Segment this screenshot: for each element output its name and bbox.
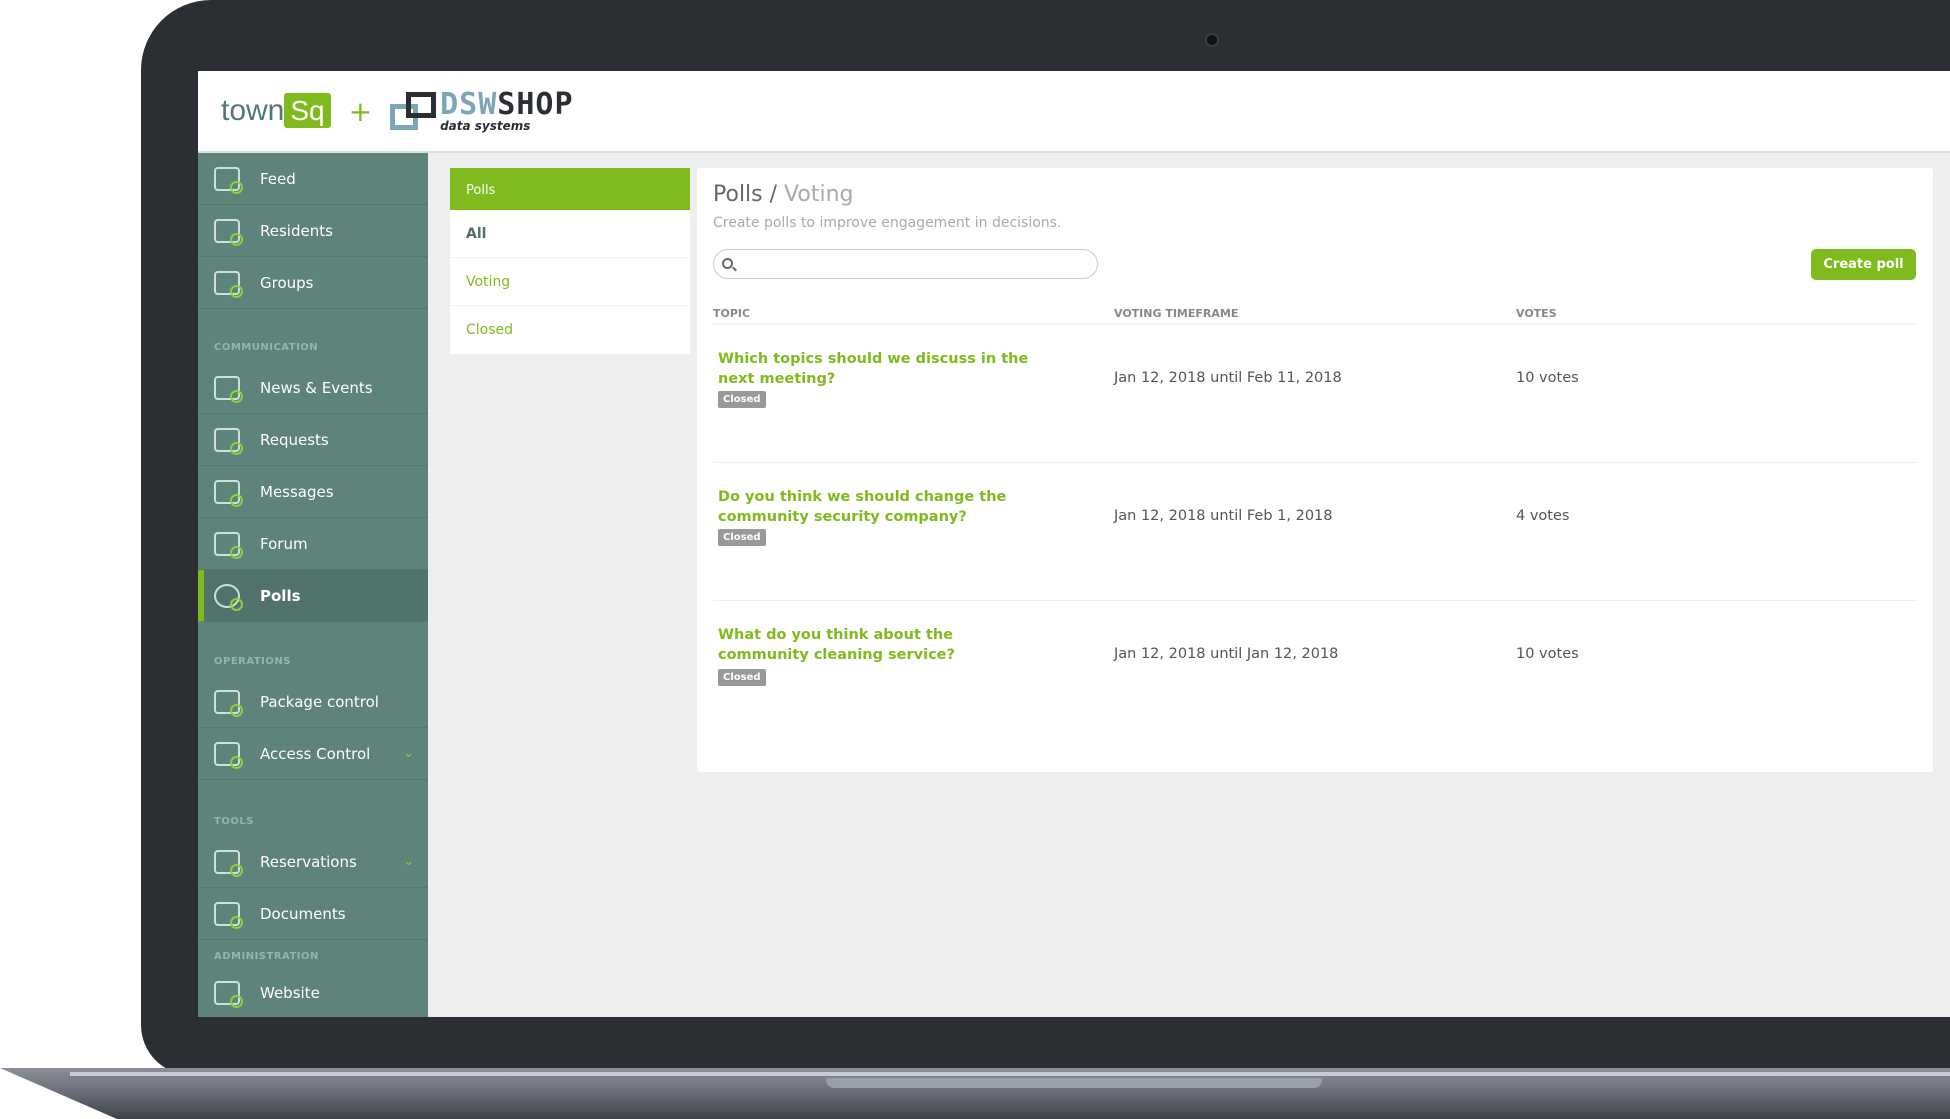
poll-topic-link[interactable]: Which topics should we discuss in the ne… <box>718 349 1048 389</box>
sidebar-item-news-events[interactable]: News & Events <box>198 362 428 414</box>
section-administration: ADMINISTRATION <box>214 951 319 962</box>
sidebar-item-label: News & Events <box>260 378 373 397</box>
table-row: Which topics should we discuss in the ne… <box>713 325 1917 463</box>
filter-all[interactable]: All <box>450 210 690 258</box>
section-operations: OPERATIONS <box>214 656 291 667</box>
create-poll-button[interactable]: Create poll <box>1811 249 1916 280</box>
sidebar-item-reservations[interactable]: Reservations ⌄ <box>198 836 428 888</box>
filter-voting[interactable]: Voting <box>450 258 690 306</box>
page-title: Polls / Voting <box>713 182 854 207</box>
sidebar-item-feed[interactable]: Feed <box>198 153 428 205</box>
table-row: What do you think about the community cl… <box>713 601 1917 739</box>
laptop-notch <box>826 1078 1322 1088</box>
poll-votes: 10 votes <box>1516 370 1579 386</box>
sidebar-item-messages[interactable]: Messages <box>198 466 428 518</box>
column-header-topic: TOPIC <box>713 307 751 320</box>
sidebar-item-label: Forum <box>260 534 308 553</box>
column-header-votes: VOTES <box>1516 307 1557 320</box>
key-icon <box>214 741 243 769</box>
sidebar-item-package-control[interactable]: Package control <box>198 676 428 728</box>
poll-votes: 10 votes <box>1516 646 1579 662</box>
poll-timeframe: Jan 12, 2018 until Feb 1, 2018 <box>1114 508 1333 524</box>
sidebar-item-groups[interactable]: Groups <box>198 257 428 309</box>
table-row: Do you think we should change the commun… <box>713 463 1917 601</box>
chevron-down-icon[interactable]: ⌄ <box>403 746 414 761</box>
sidebar-item-label: Access Control <box>260 744 371 763</box>
sidebar-item-label: Documents <box>260 904 346 923</box>
dswshop-logo: DSWSHOP data systems <box>390 90 573 132</box>
sidebar-item-label: Requests <box>260 430 329 449</box>
poll-topic-link[interactable]: Do you think we should change the commun… <box>718 487 1048 527</box>
poll-topic-link[interactable]: What do you think about the community cl… <box>718 625 1048 665</box>
app-screen: town Sq + DSWSHOP data systems Feed Reside… <box>198 71 1950 1017</box>
dswshop-logo-mark <box>390 92 437 130</box>
package-icon <box>214 689 243 717</box>
calendar-icon <box>214 849 243 877</box>
sidebar-item-label: Reservations <box>260 852 357 871</box>
sidebar-item-label: Feed <box>260 169 296 188</box>
polls-filter-nav: Polls All Voting Closed <box>450 168 690 354</box>
sidebar-item-label: Website <box>260 983 320 1002</box>
filter-header: Polls <box>450 168 690 210</box>
sidebar-item-label: Residents <box>260 221 333 240</box>
laptop-base-edge <box>70 1072 1950 1076</box>
poll-timeframe: Jan 12, 2018 until Jan 12, 2018 <box>1114 646 1339 662</box>
page-subtitle: Create polls to improve engagement in de… <box>713 215 1062 231</box>
sidebar-item-documents[interactable]: Documents <box>198 888 428 940</box>
sidebar-item-residents[interactable]: Residents <box>198 205 428 257</box>
sidebar-item-label: Messages <box>260 482 334 501</box>
poll-votes: 4 votes <box>1516 508 1570 524</box>
search-input[interactable] <box>713 249 1098 279</box>
section-tools: TOOLS <box>214 816 254 827</box>
camera <box>1205 33 1219 47</box>
logo[interactable]: town Sq + DSWSHOP data systems <box>221 90 574 133</box>
polls-check-icon <box>214 583 243 611</box>
sidebar-item-requests[interactable]: Requests <box>198 414 428 466</box>
chevron-down-icon[interactable]: ⌄ <box>403 854 414 869</box>
feed-icon <box>214 166 243 194</box>
breadcrumb-voting: Voting <box>784 182 854 207</box>
sidebar-item-label: Package control <box>260 692 379 711</box>
sidebar-item-label: Polls <box>260 586 301 605</box>
poll-timeframe: Jan 12, 2018 until Feb 11, 2018 <box>1114 370 1342 386</box>
status-badge: Closed <box>718 669 766 686</box>
requests-icon <box>214 427 243 455</box>
app-header: town Sq + DSWSHOP data systems <box>198 71 1950 153</box>
groups-icon <box>214 270 243 298</box>
sidebar: Feed Residents Groups COMMUNICATION News… <box>198 153 428 1017</box>
document-icon <box>214 901 243 929</box>
logo-plus: + <box>348 94 373 128</box>
sidebar-item-label: Groups <box>260 273 314 292</box>
messages-icon <box>214 479 243 507</box>
residents-icon <box>214 218 243 246</box>
section-communication: COMMUNICATION <box>214 342 319 353</box>
forum-icon <box>214 531 243 559</box>
sidebar-item-access-control[interactable]: Access Control ⌄ <box>198 728 428 780</box>
breadcrumb-polls[interactable]: Polls / <box>713 182 777 207</box>
status-badge: Closed <box>718 391 766 408</box>
news-events-icon <box>214 375 243 403</box>
polls-card: Polls / Voting Create polls to improve e… <box>697 168 1933 772</box>
sidebar-item-forum[interactable]: Forum <box>198 518 428 570</box>
sidebar-item-polls[interactable]: Polls <box>198 570 428 622</box>
search-icon <box>722 258 733 269</box>
filter-closed[interactable]: Closed <box>450 306 690 354</box>
sidebar-item-website[interactable]: Website <box>198 967 428 1017</box>
townsq-logo: town Sq <box>221 93 331 128</box>
status-badge: Closed <box>718 529 766 546</box>
column-header-timeframe: VOTING TIMEFRAME <box>1114 307 1239 320</box>
website-icon <box>214 980 243 1008</box>
